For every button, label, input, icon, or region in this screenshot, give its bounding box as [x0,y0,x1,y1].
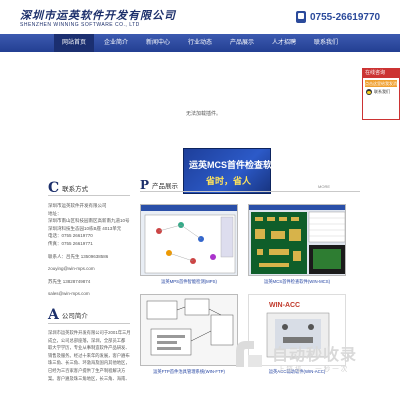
contact-info: 深圳市运英软件开发有限公司 地址： 深圳市南山区科技园南区高新南九道10号 深圳… [48,202,130,298]
main-nav: 网站首页 企业简介 新闻中心 行业动态 产品展示 人才招聘 联系我们 [0,34,400,52]
nav-contact[interactable]: 联系我们 [306,34,346,52]
contact-letter: C [48,179,60,196]
watermark-main-text: 自动秒收录 [272,347,358,364]
contact-line: 地址： [48,210,62,216]
contact-email[interactable]: sales@win-mps.com [48,290,130,298]
about-line: 深圳市运英软件开发有限公司于2001年三月 [48,329,131,335]
contact-line: 深圳湾科技生态园10栋B座 4013单元 [48,225,122,231]
product-caption[interactable]: 运英MCS首件检查软件(WIN-MCS) [248,279,346,285]
plugin-error-text: 无法加载插件。 [186,111,222,117]
contact-line: 深圳市运英软件开发有限公司 [48,203,107,208]
watermark-sub-text: 上链接 · 一秒一次 [278,366,350,373]
contact-title: 联系方式 [62,185,89,193]
products-letter: P [140,177,150,192]
about-body: 深圳市运英软件开发有限公司于2001年三月 成立，公司总部座落，深圳，全部员工都… [48,329,131,382]
product-card[interactable]: 运英MCS首件检查软件(WIN-MCS) [248,204,346,285]
svg-text:WIN-ACC: WIN-ACC [269,302,300,309]
hotline-number: 0755-26619770 [310,11,381,23]
contact-header: C 联系方式 [48,180,130,196]
product-thumbnail[interactable] [248,204,346,276]
consult-contact-label: 联系我们 [374,89,390,94]
product-card[interactable]: 运英FTP首件治具管理系统(WIN-FTP) [140,294,238,375]
consult-contact-row[interactable]: 联系我们 [366,89,399,95]
contact-line: 深圳市南山区科技园南区高新南九道10号 [48,218,130,224]
watermark-logo-icon [236,341,262,367]
consult-title: 在线咨询 [363,69,399,78]
nav-products[interactable]: 产品展示 [222,34,262,52]
nav-industry[interactable]: 行业动态 [180,34,220,52]
product-thumbnail[interactable] [140,204,238,276]
nav-news[interactable]: 新闻中心 [138,34,178,52]
product-card[interactable]: 运英MPS首件智能检测(MPS) [140,204,238,285]
about-title: 公司简介 [61,313,88,321]
company-logo-en: SHENZHEN WINNING SOFTWARE CO., LTD [20,22,140,28]
contact-line: 苏先生 13828749874 [48,278,91,284]
about-header: A 公司简介 [48,307,130,324]
watermark: 自动秒收录 上链接 · 一秒一次 [232,337,382,377]
about-section: A 公司简介 深圳市运英软件开发有限公司于2001年三月 成立，公司总部座落，深… [48,307,131,382]
product-caption[interactable]: 运英MPS首件智能检测(MPS) [140,279,238,285]
about-line: 珠三角、长三角、环渤海及国内其他地区， [48,360,130,366]
left-column: C 联系方式 深圳市运英软件开发有限公司 地址： 深圳市南山区科技园南区高新南九… [48,180,131,400]
products-header: P 产品展示 MORE [140,178,360,192]
company-logo-cn[interactable]: 深圳市运英软件开发有限公司 [20,7,176,23]
hotline: 0755-26619770 [296,11,380,23]
more-link[interactable]: MORE [318,184,330,189]
about-line: 取大学学历，专业从事制造软件产品研发、 [48,345,130,351]
product-caption[interactable]: 运英FTP首件治具管理系统(WIN-FTP) [140,369,238,375]
banner-line-1: 运英MCS首件检查软件 [189,160,281,170]
about-line: 案。客户遍及珠三角地区，长三角、海南、 [48,375,130,381]
about-line: 成立，公司总部座落，深圳，全部员工都 [48,337,126,343]
qq-message-button[interactable]: 点击这里给我发消息 [365,80,397,93]
qq-icon [366,89,372,95]
site-header: 深圳市运英软件开发有限公司 SHENZHEN WINNING SOFTWARE … [0,0,400,34]
products-title: 产品展示 [152,182,179,190]
product-thumbnail[interactable] [140,294,238,366]
contact-line: 传真：0755 26619771 [48,240,93,246]
phone-icon [296,11,306,23]
contact-line: 联系人：吕先生 13509638586 [48,253,109,259]
about-line: 销售及服务。经过十来年的发展，客户遍布 [48,352,130,358]
about-letter: A [48,307,59,324]
contact-line: 电话：0755 26619770 [48,233,93,239]
online-consult-panel: 在线咨询 点击这里给我发消息 联系我们 [362,68,400,120]
nav-jobs[interactable]: 人才招聘 [264,34,304,52]
nav-home[interactable]: 网站首页 [54,34,94,52]
nav-about[interactable]: 企业简介 [96,34,136,52]
contact-email[interactable]: zouying@win-mps.com [48,265,130,273]
about-line: 已经为三百家客户提供了生产制程解决方 [48,367,126,373]
